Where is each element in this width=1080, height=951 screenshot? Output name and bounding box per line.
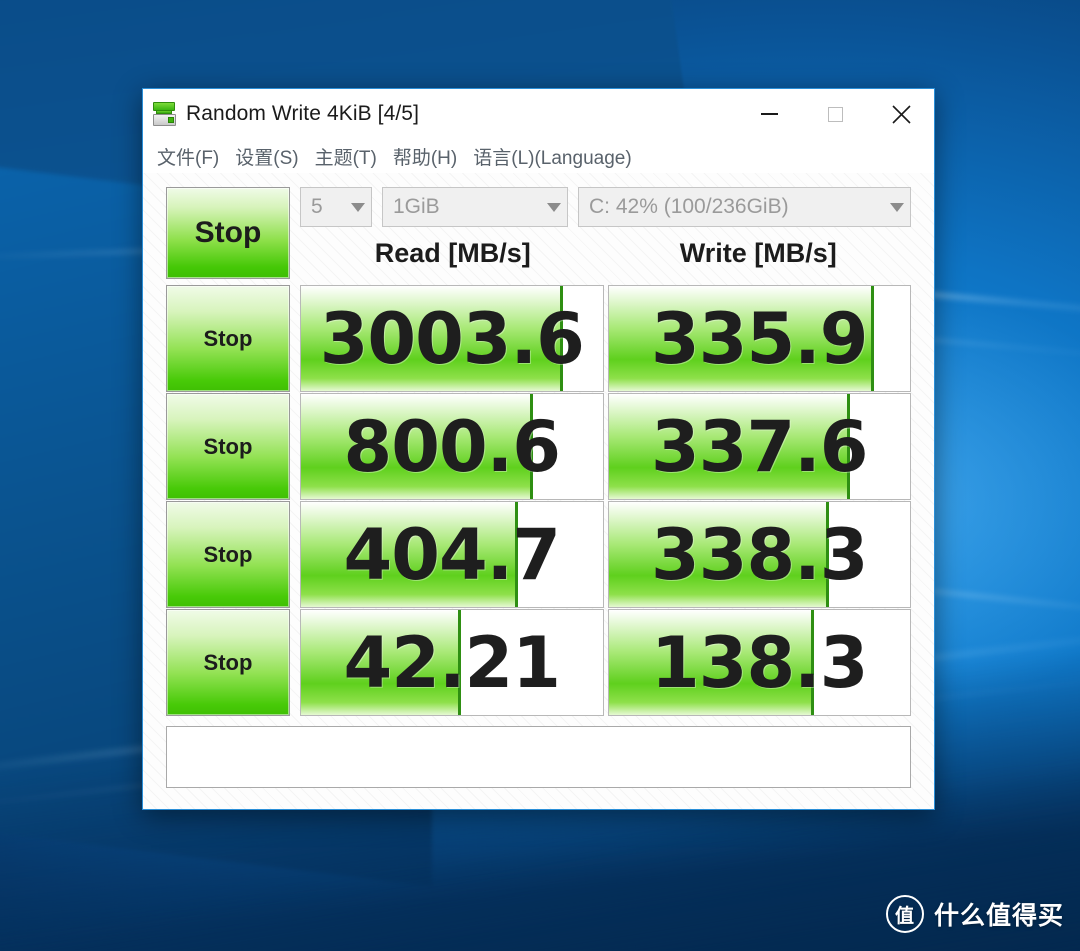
window-caption-buttons <box>736 89 934 139</box>
window-titlebar[interactable]: Random Write 4KiB [4/5] <box>143 89 934 139</box>
read-value-cell: 404.7 <box>300 501 604 608</box>
score-value: 338.3 <box>651 513 868 596</box>
read-value-cell: 3003.6 <box>300 285 604 392</box>
table-row: Stop 3003.6 335.9 <box>166 285 911 392</box>
test-count-select[interactable]: 5 <box>300 187 372 227</box>
control-row: Stop 5 1GiB C: 42% (100/236GiB) Read [MB… <box>166 187 911 279</box>
write-value-cell: 138.3 <box>607 609 911 716</box>
row-stop-button[interactable]: Stop <box>166 609 290 716</box>
write-column-header: Write [MB/s] <box>679 238 837 268</box>
comment-input[interactable] <box>166 726 911 788</box>
read-column-header: Read [MB/s] <box>374 238 531 268</box>
table-row: Stop 800.6 337.6 <box>166 393 911 500</box>
crystaldiskmark-window[interactable]: Random Write 4KiB [4/5] 文件(F) 设置(S) 主题(T… <box>142 88 935 810</box>
row-stop-button[interactable]: Stop <box>166 285 290 392</box>
score-value: 3003.6 <box>319 297 585 380</box>
score-value: 42.21 <box>343 621 561 704</box>
menu-settings[interactable]: 设置(S) <box>233 142 300 171</box>
benchmark-panel: Stop 5 1GiB C: 42% (100/236GiB) Read [MB… <box>143 173 934 809</box>
target-drive-value: C: 42% (100/236GiB) <box>589 195 789 218</box>
result-rows: Stop 3003.6 335.9 Stop 800.6 337.6 Stop 404.7 33… <box>166 285 911 716</box>
test-parameter-selects: 5 1GiB C: 42% (100/236GiB) <box>300 187 911 227</box>
write-value-cell: 338.3 <box>607 501 911 608</box>
menu-theme[interactable]: 主题(T) <box>313 142 379 171</box>
test-count-value: 5 <box>311 195 323 218</box>
test-size-value: 1GiB <box>393 195 440 218</box>
score-value: 800.6 <box>343 405 561 488</box>
read-value-cell: 800.6 <box>300 393 604 500</box>
chevron-down-icon <box>890 202 904 212</box>
watermark-label: 什么值得买 <box>933 902 1064 930</box>
read-value-cell: 42.21 <box>300 609 604 716</box>
table-row: Stop 42.21 138.3 <box>166 609 911 716</box>
score-value: 138.3 <box>651 621 868 704</box>
chevron-down-icon <box>547 202 561 212</box>
row-stop-button[interactable]: Stop <box>166 393 290 500</box>
chevron-down-icon <box>351 202 365 212</box>
crystaldiskmark-icon <box>152 101 178 127</box>
maximize-icon[interactable] <box>802 89 868 139</box>
minimize-icon[interactable] <box>736 89 802 139</box>
window-title: Random Write 4KiB [4/5] <box>186 102 420 125</box>
all-stop-button[interactable]: Stop <box>166 187 290 279</box>
menu-language[interactable]: 语言(L)(Language) <box>471 142 633 171</box>
menu-help[interactable]: 帮助(H) <box>391 142 459 171</box>
menu-file[interactable]: 文件(F) <box>155 142 221 171</box>
score-value: 404.7 <box>343 513 561 596</box>
watermark: 值 什么值得买 <box>885 895 1064 933</box>
write-value-cell: 335.9 <box>607 285 911 392</box>
column-headers: Read [MB/s] Write [MB/s] <box>300 238 911 269</box>
row-stop-button[interactable]: Stop <box>166 501 290 608</box>
smzdm-badge-icon: 值 <box>885 895 924 933</box>
score-value: 335.9 <box>651 297 868 380</box>
test-size-select[interactable]: 1GiB <box>382 187 568 227</box>
score-value: 337.6 <box>651 405 868 488</box>
table-row: Stop 404.7 338.3 <box>166 501 911 608</box>
write-value-cell: 337.6 <box>607 393 911 500</box>
window-menubar[interactable]: 文件(F) 设置(S) 主题(T) 帮助(H) 语言(L)(Language) <box>143 139 934 173</box>
close-icon[interactable] <box>868 89 934 139</box>
target-drive-select[interactable]: C: 42% (100/236GiB) <box>578 187 911 227</box>
